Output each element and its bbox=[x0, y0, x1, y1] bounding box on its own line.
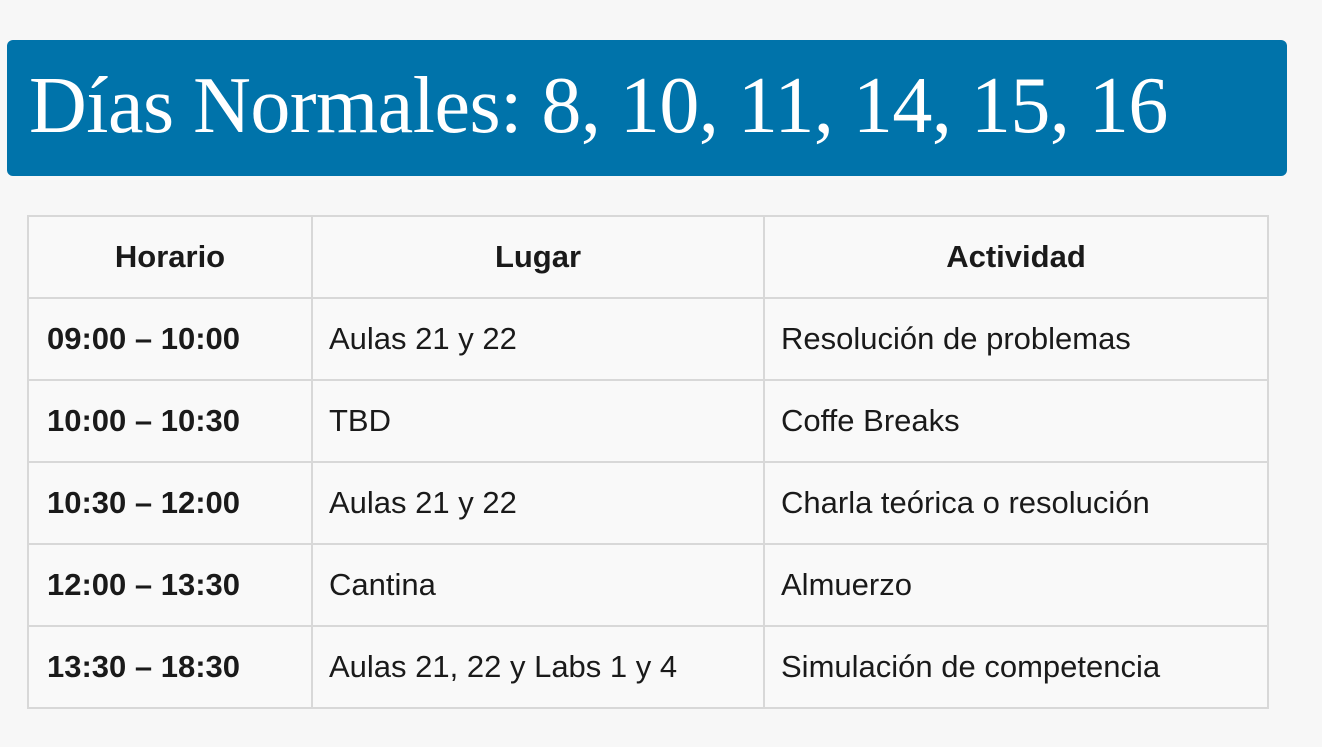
cell-lugar: Cantina bbox=[311, 543, 765, 627]
cell-horario: 12:00 – 13:30 bbox=[27, 543, 313, 627]
schedule-table: Horario Lugar Actividad 09:00 – 10:00 Au… bbox=[27, 215, 1269, 709]
cell-horario: 09:00 – 10:00 bbox=[27, 297, 313, 381]
cell-horario: 13:30 – 18:30 bbox=[27, 625, 313, 709]
banner-title: Días Normales: 8, 10, 11, 14, 15, 16 bbox=[29, 62, 1168, 150]
cell-lugar: TBD bbox=[311, 379, 765, 463]
cell-lugar: Aulas 21 y 22 bbox=[311, 461, 765, 545]
table-row: 10:00 – 10:30 TBD Coffe Breaks bbox=[27, 379, 1269, 463]
cell-horario: 10:30 – 12:00 bbox=[27, 461, 313, 545]
cell-actividad: Resolución de problemas bbox=[763, 297, 1269, 381]
table-header-row: Horario Lugar Actividad bbox=[27, 215, 1269, 299]
header-lugar: Lugar bbox=[311, 215, 765, 299]
header-horario: Horario bbox=[27, 215, 313, 299]
table-row: 12:00 – 13:30 Cantina Almuerzo bbox=[27, 543, 1269, 627]
cell-actividad: Charla teórica o resolución bbox=[763, 461, 1269, 545]
cell-lugar: Aulas 21 y 22 bbox=[311, 297, 765, 381]
table-row: 09:00 – 10:00 Aulas 21 y 22 Resolución d… bbox=[27, 297, 1269, 381]
cell-actividad: Almuerzo bbox=[763, 543, 1269, 627]
cell-actividad: Simulación de competencia bbox=[763, 625, 1269, 709]
schedule-banner: Días Normales: 8, 10, 11, 14, 15, 16 bbox=[7, 40, 1287, 176]
table-row: 13:30 – 18:30 Aulas 21, 22 y Labs 1 y 4 … bbox=[27, 625, 1269, 709]
cell-horario: 10:00 – 10:30 bbox=[27, 379, 313, 463]
cell-lugar: Aulas 21, 22 y Labs 1 y 4 bbox=[311, 625, 765, 709]
table-row: 10:30 – 12:00 Aulas 21 y 22 Charla teóri… bbox=[27, 461, 1269, 545]
header-actividad: Actividad bbox=[763, 215, 1269, 299]
cell-actividad: Coffe Breaks bbox=[763, 379, 1269, 463]
